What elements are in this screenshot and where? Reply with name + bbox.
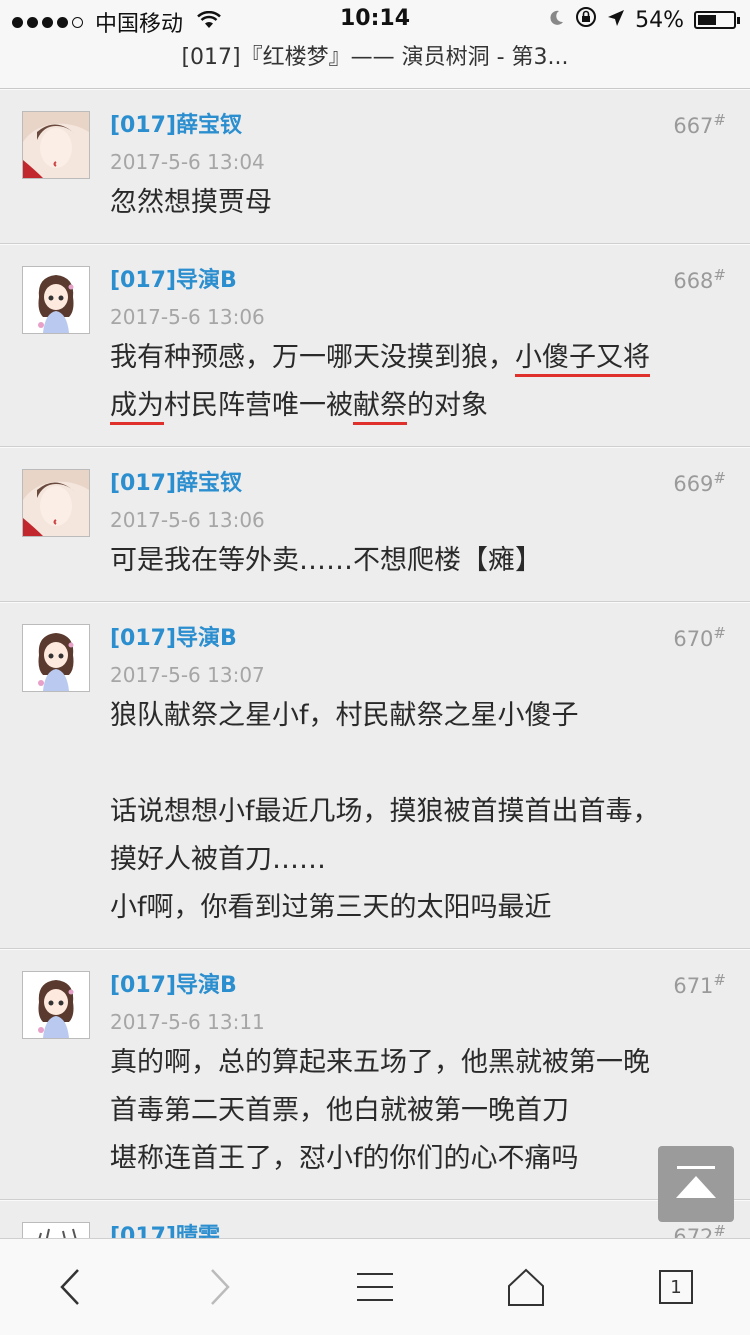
post-time: 2017-5-6 13:06	[110, 508, 265, 532]
status-bar: 中国移动 10:14 54%	[0, 0, 750, 40]
underlined-text: 成为	[110, 390, 164, 421]
content-line: 我有种预感，万一哪天没摸到狼，小傻子又将	[110, 334, 726, 382]
battery-icon	[694, 11, 740, 29]
post-content: 我有种预感，万一哪天没摸到狼，小傻子又将 成为村民阵营唯一被献祭的对象	[110, 334, 726, 430]
post-time: 2017-5-6 13:06	[110, 305, 265, 329]
content-line: 小f啊，你看到过第三天的太阳吗最近	[110, 884, 726, 932]
post-content: 真的啊，总的算起来五场了，他黑就被第一晚 首毒第二天首票，他白就被第一晚首刀 堪称连…	[110, 1039, 726, 1183]
post-item: 669# [017]薛宝钗 2017-5-6 13:06 可是我在等外卖……不想爬楼【…	[0, 447, 750, 602]
text-segment: 首毒第二天首票，他白就被第一晚首刀	[110, 1095, 569, 1126]
post-item: 670# [017]导演B 2017-5-6 13:07 狼队献祭之星小f，村民献祭之…	[0, 602, 750, 949]
post-author[interactable]: [017]导演B	[110, 967, 726, 1005]
floor-number[interactable]: 667#	[673, 111, 726, 138]
back-to-top-button[interactable]	[658, 1146, 734, 1222]
post-author[interactable]: [017]导演B	[110, 620, 726, 658]
avatar[interactable]	[22, 624, 90, 692]
text-segment: 我有种预感，万一哪天没摸到狼，	[110, 342, 515, 373]
text-segment: 摸好人被首刀……	[110, 844, 326, 875]
avatar[interactable]	[22, 971, 90, 1039]
underlined-text: 小傻子又将	[515, 342, 650, 373]
post-content: 狼队献祭之星小f，村民献祭之星小傻子话说想想小f最近几场，摸狼被首摸首出首毒， 摸…	[110, 692, 726, 932]
text-segment: 真的啊，总的算起来五场了，他黑就被第一晚	[110, 1047, 650, 1078]
post-list: 667# [017]薛宝钗 2017-5-6 13:04 忽然想摸贾母 668# [017…	[0, 89, 750, 1290]
content-line: 狼队献祭之星小f，村民献祭之星小傻子	[110, 692, 726, 740]
back-button[interactable]	[30, 1239, 110, 1335]
avatar[interactable]	[22, 469, 90, 537]
content-line: 成为村民阵营唯一被献祭的对象	[110, 382, 726, 430]
rotation-lock-icon	[575, 6, 597, 34]
post-time: 2017-5-6 13:04	[110, 150, 265, 174]
text-segment: 堪称连首王了，怼小f的你们的心不痛吗	[110, 1143, 579, 1174]
post-item: 668# [017]导演B 2017-5-6 13:06 我有种预感，万一哪天没摸到狼…	[0, 244, 750, 447]
post-item: 667# [017]薛宝钗 2017-5-6 13:04 忽然想摸贾母	[0, 89, 750, 244]
content-line: 忽然想摸贾母	[110, 179, 726, 227]
tabs-count: 1	[659, 1270, 693, 1304]
post-time: 2017-5-6 13:11	[110, 1010, 265, 1034]
home-icon	[508, 1268, 544, 1306]
post-author[interactable]: [017]导演B	[110, 262, 726, 300]
content-line: 摸好人被首刀……	[110, 836, 726, 884]
floor-number[interactable]: 668#	[673, 266, 726, 293]
home-button[interactable]	[486, 1239, 566, 1335]
floor-number[interactable]: 669#	[673, 469, 726, 496]
post-author[interactable]: [017]薛宝钗	[110, 107, 726, 145]
back-to-top-icon	[677, 1166, 715, 1169]
content-line: 首毒第二天首票，他白就被第一晚首刀	[110, 1087, 726, 1135]
text-segment: 小f啊，你看到过第三天的太阳吗最近	[110, 892, 552, 923]
post-author[interactable]: [017]薛宝钗	[110, 465, 726, 503]
menu-icon	[357, 1273, 393, 1301]
post-item: 671# [017]导演B 2017-5-6 13:11 真的啊，总的算起来五场了，他…	[0, 949, 750, 1200]
forward-icon	[211, 1269, 230, 1305]
text-segment: 忽然想摸贾母	[110, 187, 272, 218]
floor-number[interactable]: 671#	[673, 971, 726, 998]
text-segment: 的对象	[407, 390, 488, 421]
floor-number[interactable]: 670#	[673, 624, 726, 651]
text-segment: 村民阵营唯一被	[164, 390, 353, 421]
battery-percent: 54%	[635, 7, 684, 33]
page-title[interactable]: [017]『红楼梦』—— 演员树洞 - 第3...	[0, 40, 750, 89]
underlined-text: 献祭	[353, 390, 407, 421]
content-line: 话说想想小f最近几场，摸狼被首摸首出首毒，	[110, 788, 726, 836]
post-content: 忽然想摸贾母	[110, 179, 726, 227]
content-line: 真的啊，总的算起来五场了，他黑就被第一晚	[110, 1039, 726, 1087]
moon-icon	[547, 8, 565, 33]
content-line: 可是我在等外卖……不想爬楼【瘫】	[110, 537, 726, 585]
forward-button[interactable]	[180, 1239, 260, 1335]
text-segment: 话说想想小f最近几场，摸狼被首摸首出首毒，	[110, 796, 660, 827]
menu-button[interactable]	[335, 1239, 415, 1335]
avatar[interactable]	[22, 111, 90, 179]
text-segment: 狼队献祭之星小f，村民献祭之星小傻子	[110, 700, 579, 731]
back-icon	[60, 1269, 79, 1305]
text-segment: 可是我在等外卖……不想爬楼【瘫】	[110, 545, 542, 576]
tabs-button[interactable]: 1	[636, 1239, 716, 1335]
location-arrow-icon	[607, 8, 625, 33]
content-line: 堪称连首王了，怼小f的你们的心不痛吗	[110, 1135, 726, 1183]
browser-toolbar: 1	[0, 1238, 750, 1335]
post-time: 2017-5-6 13:07	[110, 663, 265, 687]
avatar[interactable]	[22, 266, 90, 334]
post-content: 可是我在等外卖……不想爬楼【瘫】	[110, 537, 726, 585]
